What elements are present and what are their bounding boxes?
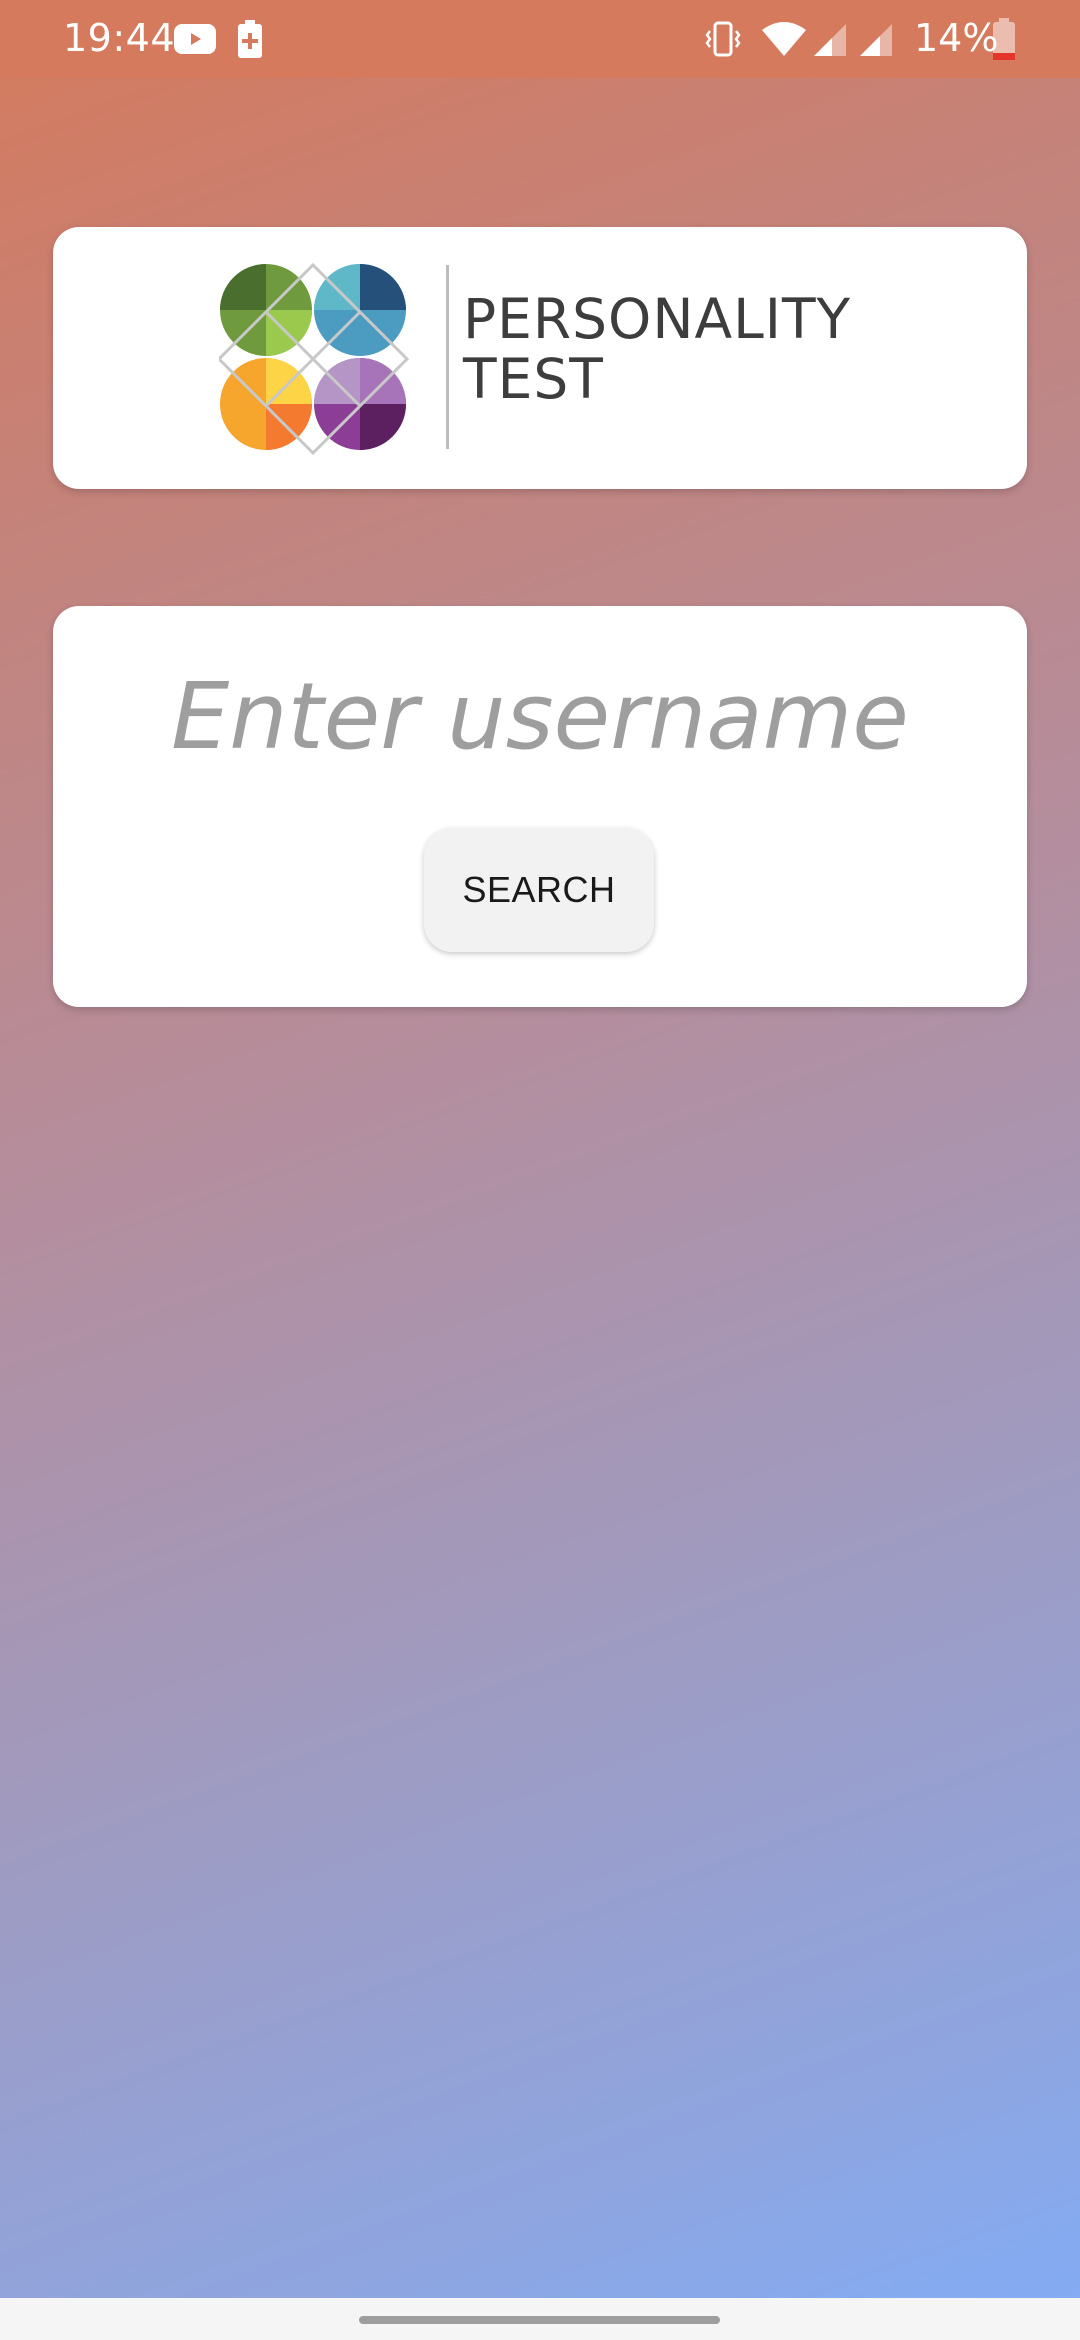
username-input[interactable] <box>93 661 987 771</box>
vibrate-icon <box>705 21 741 57</box>
navigation-bar <box>0 2298 1080 2340</box>
battery-percentage: 14% <box>914 16 999 60</box>
logo-text-line1: PERSONALITY <box>463 287 852 351</box>
battery-charging-icon <box>238 20 262 58</box>
youtube-icon <box>174 24 216 54</box>
battery-low-icon <box>993 18 1015 60</box>
search-button[interactable]: SEARCH <box>424 828 654 952</box>
home-gesture-handle[interactable] <box>359 2316 720 2324</box>
signal-icon <box>814 24 846 56</box>
status-time: 19:44 <box>63 16 176 60</box>
logo-text: PERSONALITY TEST <box>463 289 851 409</box>
personality-test-logo <box>219 263 410 456</box>
logo-divider <box>446 265 449 449</box>
status-bar: 19:44 14% <box>0 0 1080 78</box>
signal-icon <box>860 24 892 56</box>
logo-text-line2: TEST <box>463 347 604 411</box>
search-card: SEARCH <box>53 606 1027 1007</box>
logo-card: PERSONALITY TEST <box>53 227 1027 489</box>
wifi-icon <box>762 22 806 56</box>
